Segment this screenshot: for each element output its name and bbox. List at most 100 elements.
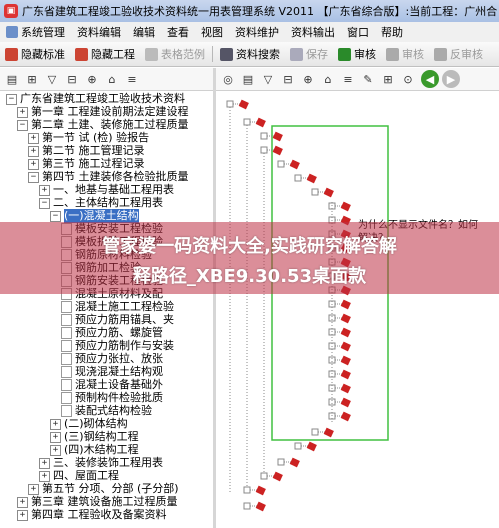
tree-item[interactable]: + (四)木结构工程 [50,443,139,457]
tree-item-label: 混凝土设备基础外 [75,378,163,391]
document-node-icon [340,397,351,408]
check-icon-2 [386,47,399,61]
binoculars-icon[interactable]: ◎ [220,71,236,87]
diagram-pane: ◎ ▤ ▽ ⊟ ⊕ ⌂ ≡ ✎ ⊞ ⊙ ◀ ▶ 为什么不显示文件名？如何解决？ [216,68,499,528]
tree-item[interactable]: 现浇混凝土结构观 [61,365,163,379]
document-node-icon [255,501,266,512]
tree-item-label: 四、屋面工程 [53,469,119,482]
tag-icon[interactable]: ⌂ [104,71,120,87]
tree-icon[interactable]: ▤ [4,71,20,87]
tree-item[interactable]: + (三)钢结构工程 [50,430,139,444]
tree-item[interactable]: − (一)混凝土结构 [50,209,139,223]
tree-item[interactable]: + 第五节 分项、分部 (子分部) [28,482,179,496]
tree-item[interactable]: + 第三节 施工过程记录 [28,157,145,171]
node-toggle-icon [328,398,336,406]
search-button[interactable]: 资料搜索 [215,43,285,65]
save-button[interactable]: 保存 [285,43,333,65]
tree-item[interactable]: − 第四节 土建装修各检验批质量 [28,170,189,184]
expand-toggle-icon[interactable]: + [39,457,50,469]
approve-button[interactable]: 审核 [381,43,429,65]
tree-item[interactable]: 装配式结构检验 [61,404,152,418]
structure-icon[interactable]: ⊞ [24,71,40,87]
list-icon[interactable]: ≡ [340,71,356,87]
menu-system[interactable]: 系统管理 [0,22,71,42]
tree-item[interactable]: 混凝土施工工程检验 [61,300,174,314]
collapse-icon[interactable]: ⊟ [280,71,296,87]
expand-toggle-icon[interactable]: + [28,132,39,144]
node-toggle-icon [260,472,268,480]
expand-toggle-icon[interactable]: + [28,483,39,495]
tag-icon[interactable]: ⌂ [320,71,336,87]
node-toggle-icon [243,486,251,494]
edit-icon[interactable]: ✎ [360,71,376,87]
expand-toggle-icon[interactable]: + [28,158,39,170]
tree-item[interactable]: − 第二章 土建、装修施工过程质量 [17,118,189,132]
expand-icon[interactable]: ⊕ [300,71,316,87]
node-toggle-icon [277,458,285,466]
grid-icon[interactable]: ⊞ [380,71,396,87]
tree-item-label: 三、装修装饰工程用表 [53,456,163,469]
collapse-toggle-icon[interactable]: − [17,119,28,131]
collapse-toggle-icon[interactable]: − [28,171,39,183]
tree-item[interactable]: + 第二节 施工管理记录 [28,144,145,158]
expand-toggle-icon[interactable]: + [28,145,39,157]
menu-data-edit[interactable]: 资料编辑 [71,22,127,42]
filter-icon[interactable]: ▽ [260,71,276,87]
expand-toggle-icon[interactable]: + [39,184,50,196]
form-example-button[interactable]: 表格范例 [140,43,210,65]
expand-toggle-icon[interactable]: + [39,470,50,482]
menu-edit[interactable]: 编辑 [127,22,161,42]
menu-window-view[interactable]: 视图 [195,22,229,42]
tree-item[interactable]: + 第一节 试 (检) 验报告 [28,131,149,145]
menu-data-maintain[interactable]: 资料维护 [229,22,285,42]
main-toolbar: 隐藏标准 隐藏工程 表格范例 资料搜索 保存 审核 审核 反审核 [0,42,499,67]
tree-item-label: 现浇混凝土结构观 [75,365,163,378]
back-arrow-icon[interactable]: ◀ [421,70,439,88]
tree-item[interactable]: + 第三章 建筑设备施工过程质量 [17,495,178,509]
expand-toggle-icon[interactable]: + [50,431,61,443]
hide-standard-button[interactable]: 隐藏标准 [0,43,70,65]
tree-item[interactable]: 预应力筋制作与安装 [61,339,174,353]
collapse-toggle-icon[interactable]: − [39,197,50,209]
zoom-icon[interactable]: ⊙ [400,71,416,87]
collapse-toggle-icon[interactable]: − [6,93,17,105]
tree-item[interactable]: + 第四章 工程验收及备案资料 [17,508,167,522]
tree-item[interactable]: + 第一章 工程建设前期法定建设程 [17,105,189,119]
expand-toggle-icon[interactable]: + [17,509,28,521]
forward-arrow-icon[interactable]: ▶ [442,70,460,88]
document-icon [61,392,72,404]
document-icon [61,340,72,352]
tree-item[interactable]: + 四、屋面工程 [39,469,119,483]
collapse-toggle-icon[interactable]: − [50,210,61,222]
menu-view[interactable]: 查看 [161,22,195,42]
check-icon [338,47,351,61]
unreview-button[interactable]: 反审核 [429,43,488,65]
document-node-icon [255,117,266,128]
tree-item[interactable]: − 广东省建筑工程竣工验收技术资料 [6,92,185,106]
hide-project-button[interactable]: 隐藏工程 [70,43,140,65]
tree-item[interactable]: 预应力筋、螺旋管 [61,326,163,340]
collapse-icon[interactable]: ⊟ [64,71,80,87]
expand-toggle-icon[interactable]: + [17,106,28,118]
tree-item[interactable]: 混凝土设备基础外 [61,378,163,392]
table-icon [145,47,158,61]
tree-item[interactable]: 预制构件检验批质 [61,391,163,405]
tree-item[interactable]: 预应力筋用锚具、夹 [61,313,174,327]
tree-item[interactable]: 预应力张拉、放张 [61,352,163,366]
menu-data-output[interactable]: 资料输出 [285,22,341,42]
expand-icon[interactable]: ⊕ [84,71,100,87]
menu-help[interactable]: 帮助 [375,22,409,42]
tree-item[interactable]: + (二)砌体结构 [50,417,128,431]
expand-toggle-icon[interactable]: + [17,496,28,508]
tree-item[interactable]: + 一、地基与基础工程用表 [39,183,174,197]
tree-item-label: 二、主体结构工程用表 [53,196,163,209]
menu-window[interactable]: 窗口 [341,22,375,42]
expand-toggle-icon[interactable]: + [50,418,61,430]
review-button[interactable]: 审核 [333,43,381,65]
expand-toggle-icon[interactable]: + [50,444,61,456]
list-icon[interactable]: ≡ [124,71,140,87]
tree-view-icon[interactable]: ▤ [240,71,256,87]
tree-item[interactable]: − 二、主体结构工程用表 [39,196,163,210]
tree-item[interactable]: + 三、装修装饰工程用表 [39,456,163,470]
filter-icon[interactable]: ▽ [44,71,60,87]
